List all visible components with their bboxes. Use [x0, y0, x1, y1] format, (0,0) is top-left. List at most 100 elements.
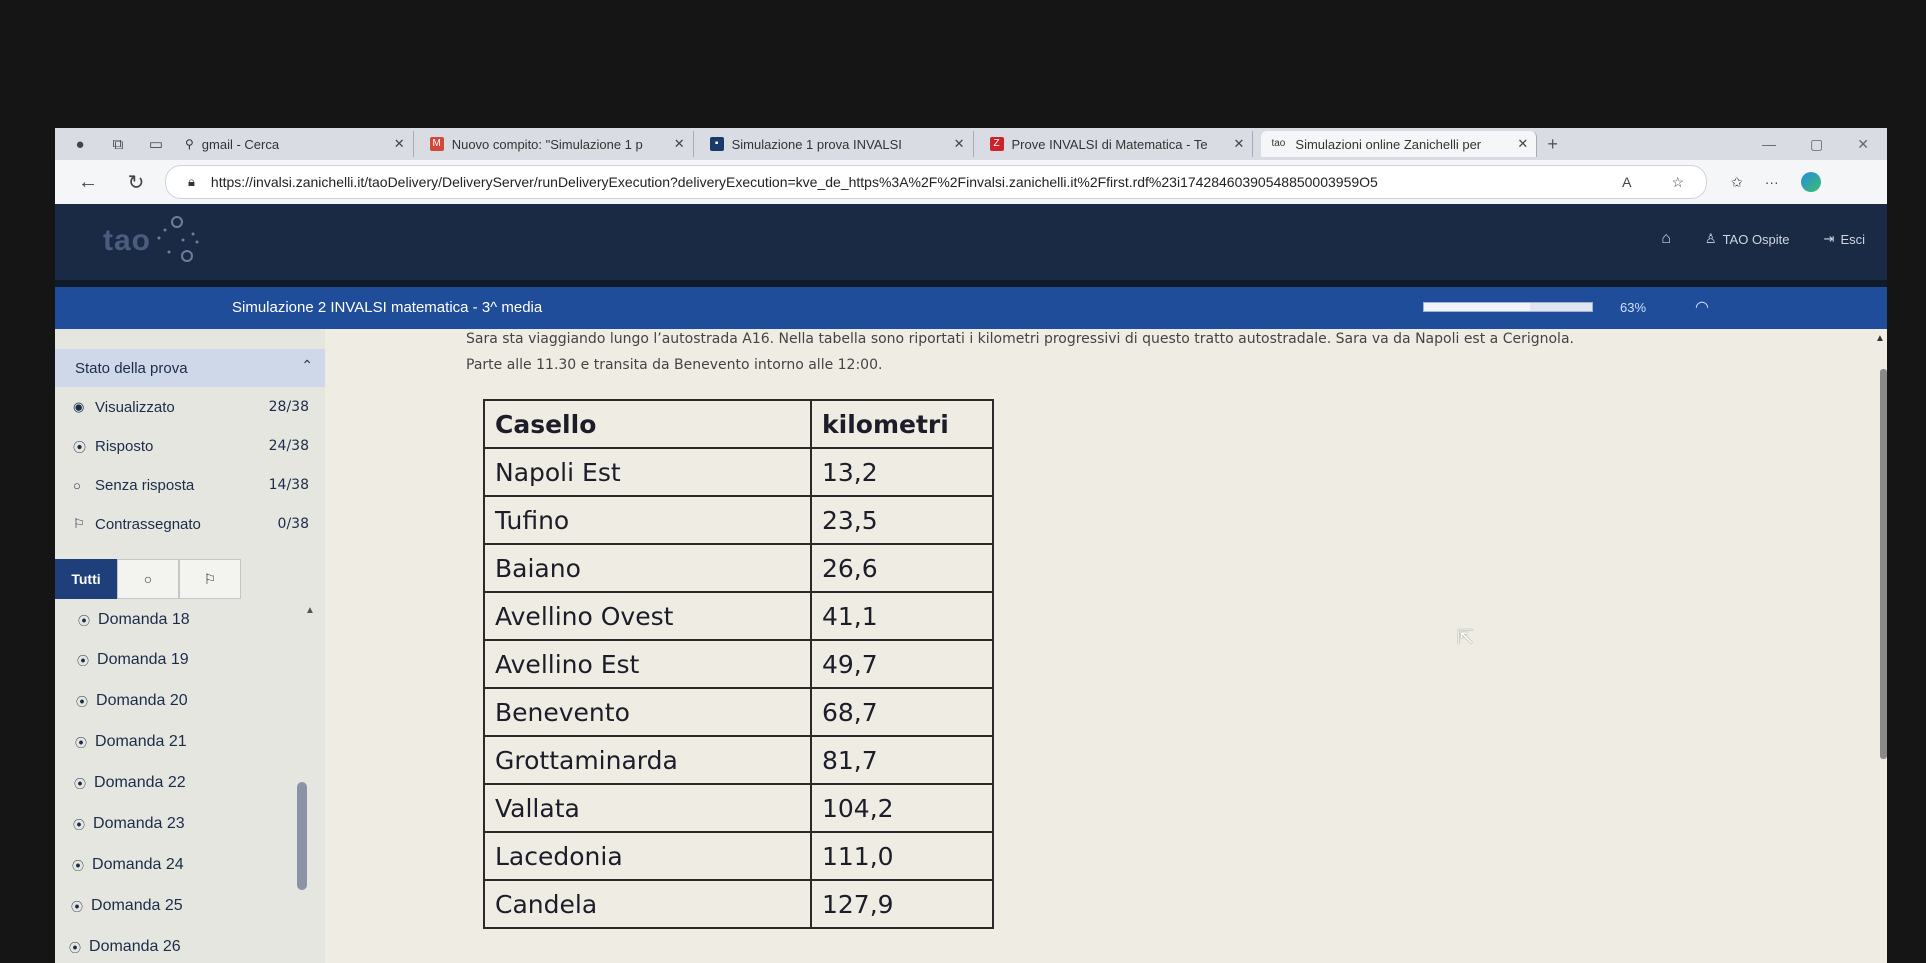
close-tab-icon[interactable]: ✕ [954, 136, 965, 152]
filter-all-button[interactable]: Tutti [55, 559, 117, 599]
question-label: Domanda 19 [97, 651, 189, 668]
question-item-20[interactable]: ⦿ Domanda 20 [76, 688, 188, 714]
address-bar: ← ↻ 🔒︎ https://invalsi.zanichelli.it/tao… [55, 160, 1887, 204]
chevron-up-icon[interactable]: ⌃ [301, 357, 313, 374]
question-item-18[interactable]: ⦿ Domanda 18 [78, 607, 190, 633]
more-icon[interactable]: ··· [1765, 174, 1779, 190]
table-row: Avellino Ovest 41,1 [483, 591, 994, 641]
user-menu[interactable]: ♙ TAO Ospite [1705, 231, 1790, 247]
gmail-icon: M [429, 137, 444, 151]
table-row: Grottaminarda 81,7 [483, 735, 994, 785]
question-text-line-2: Parte alle 11.30 e transita da Benevento… [466, 357, 883, 373]
question-label: Domanda 24 [92, 856, 184, 873]
table-cell: Napoli Est [483, 447, 812, 497]
tab-simulazione-1[interactable]: ▪ Simulazione 1 prova INVALSI ✕ [702, 131, 974, 157]
question-filters: Tutti ○ ⚐ [55, 559, 241, 599]
filter-unanswered-button[interactable]: ○ [117, 559, 179, 599]
home-icon[interactable]: ⌂ [1661, 230, 1671, 248]
window-controls: — ▢ ✕ [1762, 136, 1869, 153]
logout-button[interactable]: ⇥ Esci [1824, 231, 1865, 247]
new-tab-icon[interactable]: + [1547, 134, 1558, 155]
content-scroll-up-icon[interactable]: ▲ [1875, 333, 1885, 344]
question-label: Domanda 23 [93, 815, 185, 832]
table-row: Tufino 23,5 [483, 495, 994, 545]
table-cell: Avellino Ovest [483, 591, 812, 641]
profile-icon[interactable]: ● [67, 133, 93, 155]
stat-label: Senza risposta [95, 476, 195, 494]
table-cell: 68,7 [810, 687, 994, 737]
table-row: Vallata 104,2 [483, 783, 994, 833]
table-cell: 81,7 [810, 735, 994, 785]
app-header: tao ⌂ ♙ TAO Ospite ⇥ Esci [55, 204, 1887, 280]
content-scrollbar[interactable] [1880, 369, 1887, 759]
workspaces-icon[interactable]: ⧉ [105, 133, 131, 155]
question-item-19[interactable]: ⦿ Domanda 19 [77, 647, 189, 673]
tab-prove-invalsi[interactable]: Z Prove INVALSI di Matematica - Te ✕ [982, 131, 1254, 157]
close-tab-icon[interactable]: ✕ [674, 136, 685, 152]
table-cell: Benevento [483, 687, 812, 737]
tab-label: Simulazioni online Zanichelli per [1295, 136, 1482, 152]
question-item-25[interactable]: ⦿ Domanda 25 [71, 893, 183, 919]
scroll-up-icon[interactable]: ▲ [305, 605, 315, 616]
question-item-26[interactable]: ⦿ Domanda 26 [69, 934, 181, 960]
table-cell: 111,0 [810, 831, 994, 881]
table-row: Lacedonia 111,0 [483, 831, 994, 881]
close-window-icon[interactable]: ✕ [1857, 136, 1869, 153]
table-cell: 23,5 [810, 495, 994, 545]
tab-actions-icon[interactable]: ▭ [143, 133, 169, 155]
answered-icon: ⦿ [69, 940, 82, 955]
eye-icon: ◉ [73, 399, 85, 414]
url-field[interactable]: 🔒︎ https://invalsi.zanichelli.it/taoDeli… [165, 165, 1707, 199]
question-label: Domanda 25 [91, 897, 183, 914]
unanswered-icon: ○ [73, 477, 81, 493]
maximize-icon[interactable]: ▢ [1810, 136, 1823, 153]
answered-icon: ⦿ [75, 735, 88, 750]
refresh-icon[interactable]: ↻ [121, 170, 151, 195]
read-aloud-icon[interactable]: A [1622, 174, 1631, 191]
question-item-21[interactable]: ⦿ Domanda 21 [75, 729, 187, 755]
question-item-24[interactable]: ⦿ Domanda 24 [72, 852, 184, 878]
table-cell: Tufino [483, 495, 812, 545]
tab-label: Nuovo compito: "Simulazione 1 p [451, 136, 643, 152]
favorites-icon[interactable]: ✩ [1731, 174, 1743, 191]
table-row: Avellino Est 49,7 [483, 639, 994, 689]
question-item-23[interactable]: ⦿ Domanda 23 [73, 811, 185, 837]
question-label: Domanda 21 [95, 733, 187, 750]
test-content: Stato della prova ⌃ ◉ Visualizzato 28/38… [55, 329, 1887, 963]
stat-count: 28/38 [268, 399, 309, 415]
favorite-star-icon[interactable]: ☆ [1671, 174, 1684, 191]
stat-visualizzato: ◉ Visualizzato 28/38 [73, 392, 309, 422]
stato-panel-header[interactable]: Stato della prova ⌃ [55, 349, 325, 387]
table-cell: Lacedonia [483, 831, 812, 881]
lock-icon[interactable]: 🔒︎ [188, 174, 195, 190]
tab-gmail-compito[interactable]: M Nuovo compito: "Simulazione 1 p ✕ [422, 131, 694, 157]
question-label: Domanda 18 [98, 611, 190, 628]
sidebar-scrollbar[interactable] [297, 782, 307, 890]
tab-simulazioni-zanichelli[interactable]: tao Simulazioni online Zanichelli per ✕ [1261, 131, 1538, 157]
search-icon: ⚲ [185, 137, 194, 151]
url-text: https://invalsi.zanichelli.it/taoDeliver… [210, 174, 1378, 190]
connection-icon: ◠ [1695, 299, 1709, 316]
filter-flagged-button[interactable]: ⚐ [179, 559, 241, 599]
close-tab-icon[interactable]: ✕ [1234, 136, 1245, 152]
tab-gmail-search[interactable]: ⚲ gmail - Cerca ✕ [177, 131, 414, 157]
answered-icon: ⦿ [73, 439, 87, 455]
answered-icon: ⦿ [78, 613, 91, 628]
user-icon: ♙ [1704, 231, 1717, 246]
answered-icon: ⦿ [72, 858, 85, 873]
zanichelli-icon: Z [989, 137, 1004, 151]
edge-copilot-icon[interactable] [1800, 172, 1821, 192]
question-label: Domanda 26 [89, 938, 181, 955]
logo-dots-icon [157, 216, 199, 262]
table-cell: 26,6 [810, 543, 994, 593]
minimize-icon[interactable]: — [1762, 136, 1776, 153]
test-title-bar: Simulazione 2 INVALSI matematica - 3^ me… [55, 287, 1887, 329]
user-name: TAO Ospite [1722, 231, 1790, 247]
tab-label: Simulazione 1 prova INVALSI [731, 136, 902, 152]
question-item-22[interactable]: ⦿ Domanda 22 [74, 770, 186, 796]
back-icon[interactable]: ← [73, 171, 103, 194]
close-tab-icon[interactable]: ✕ [1517, 136, 1528, 152]
close-tab-icon[interactable]: ✕ [394, 136, 405, 152]
answered-icon: ⦿ [73, 817, 86, 832]
test-title: Simulazione 2 INVALSI matematica - 3^ me… [232, 299, 543, 316]
